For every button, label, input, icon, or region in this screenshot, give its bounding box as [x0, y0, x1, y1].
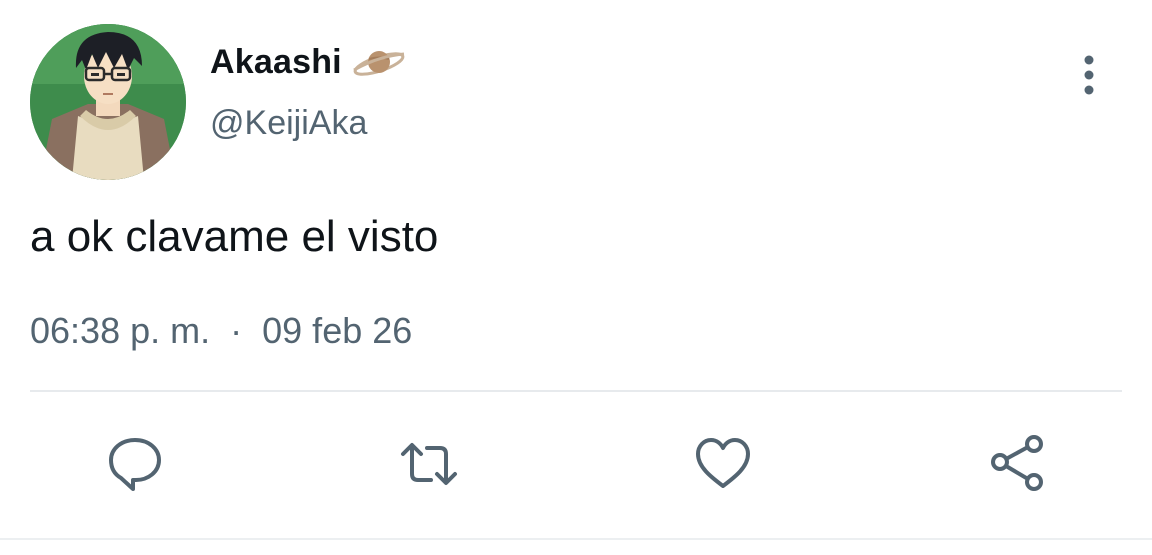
bottom-divider	[0, 538, 1152, 540]
reply-button[interactable]	[103, 432, 167, 496]
planet-icon	[352, 44, 406, 80]
retweet-icon	[401, 443, 457, 485]
reply-icon	[109, 438, 161, 491]
timestamp-separator: ·	[230, 310, 243, 351]
more-vertical-icon	[1084, 55, 1094, 95]
tweet-time: 06:38 p. m.	[30, 310, 211, 351]
like-button[interactable]	[691, 432, 755, 496]
divider	[30, 390, 1122, 392]
share-button[interactable]	[986, 432, 1050, 496]
more-options-button[interactable]	[1070, 52, 1108, 98]
author-name-row[interactable]: Akaashi	[210, 40, 406, 84]
avatar[interactable]	[30, 24, 186, 180]
tweet-text: a ok clavame el visto	[30, 212, 439, 261]
retweet-button[interactable]	[397, 432, 461, 496]
author-display-name[interactable]: Akaashi	[210, 43, 342, 82]
avatar-illustration	[30, 24, 186, 180]
tweet-timestamp[interactable]: 06:38 p. m. · 09 feb 26	[30, 310, 412, 352]
share-icon	[991, 435, 1043, 491]
like-icon	[696, 438, 750, 488]
tweet-date: 09 feb 26	[262, 310, 413, 351]
author-handle[interactable]: @KeijiAka	[210, 104, 367, 143]
